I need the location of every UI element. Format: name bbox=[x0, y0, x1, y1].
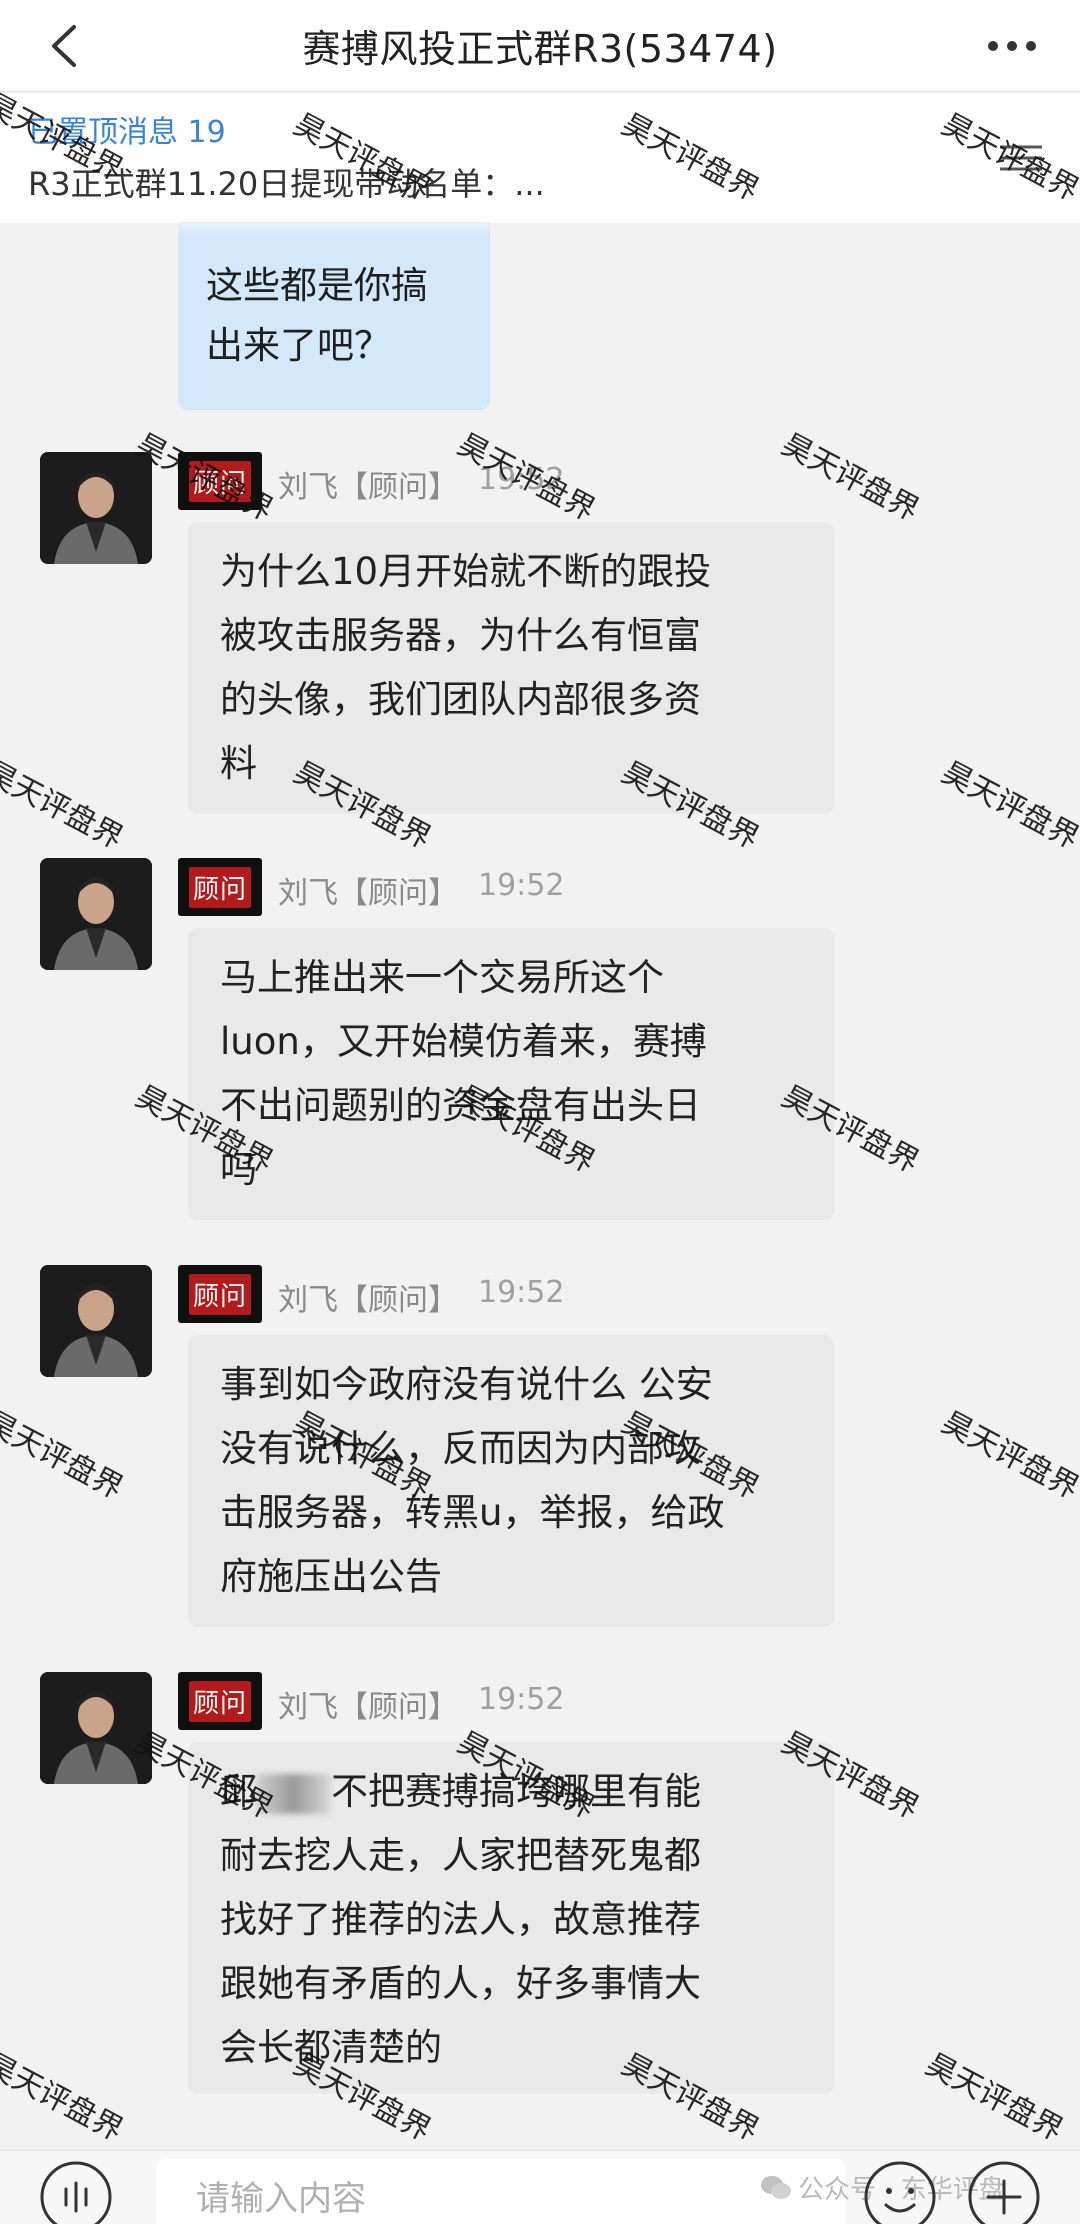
role-badge: 顾问 bbox=[178, 858, 262, 916]
back-button[interactable] bbox=[36, 18, 92, 74]
message-time: 19:52 bbox=[478, 868, 565, 903]
person-avatar-icon bbox=[40, 1672, 152, 1784]
wechat-icon bbox=[761, 2175, 791, 2199]
sender-name[interactable]: 刘飞【顾问】 bbox=[278, 1682, 458, 1726]
message-line: 马上推出来一个交易所这个 bbox=[220, 956, 664, 999]
message-line: 的头像，我们团队内部很多资 bbox=[220, 678, 701, 721]
chevron-left-icon bbox=[52, 25, 76, 67]
sender-name[interactable]: 刘飞【顾问】 bbox=[278, 462, 458, 506]
plus-icon[interactable] bbox=[966, 2159, 1042, 2224]
pinned-message-bar[interactable]: 已置顶消息 19 R3正式群11.20日提现带动名单：... bbox=[0, 93, 1080, 223]
watermark: 昊天评盘界 bbox=[935, 1405, 1080, 1507]
message-line: 为什么10月开始就不断的跟投 bbox=[220, 550, 712, 593]
sender-name[interactable]: 刘飞【顾问】 bbox=[278, 1275, 458, 1319]
watermark: 昊天评盘界 bbox=[0, 755, 129, 857]
avatar[interactable] bbox=[40, 452, 152, 564]
emoji-icon[interactable] bbox=[862, 2159, 938, 2224]
sender-name[interactable]: 刘飞【顾问】 bbox=[278, 868, 458, 912]
message-line: 跟她有矛盾的人，好多事情大 bbox=[220, 1962, 701, 2005]
avatar[interactable] bbox=[40, 1265, 152, 1377]
my-message-bubble[interactable]: 这些都是你搞 出来了吧？ bbox=[178, 222, 490, 410]
message-line: luon，又开始模仿着来，赛搏 bbox=[220, 1020, 707, 1063]
watermark: 昊天评盘界 bbox=[451, 427, 601, 529]
avatar[interactable] bbox=[40, 858, 152, 970]
input-bar: 请输入内容 公众号 · 东华评盘 bbox=[0, 2150, 1080, 2224]
message-line: 府施压出公告 bbox=[220, 1555, 442, 1598]
message-time: 19:52 bbox=[478, 1275, 565, 1310]
message-line: 出来了吧？ bbox=[206, 324, 391, 367]
watermark: 昊天评盘界 bbox=[935, 755, 1080, 857]
message-bubble[interactable]: 邱不把赛搏搞垮哪里有能 耐去挖人走，人家把替死鬼都 找好了推荐的法人，故意推荐 … bbox=[188, 1742, 834, 2094]
message-bubble[interactable]: 为什么10月开始就不断的跟投 被攻击服务器，为什么有恒富 的头像，我们团队内部很… bbox=[188, 522, 834, 814]
message-time: 19:52 bbox=[478, 1682, 565, 1717]
chat-header: 赛搏风投正式群R3(53474) bbox=[0, 0, 1080, 92]
person-avatar-icon bbox=[40, 1265, 152, 1377]
avatar[interactable] bbox=[40, 1672, 152, 1784]
watermark: 昊天评盘界 bbox=[0, 1405, 129, 1507]
more-dots-icon bbox=[988, 41, 1036, 51]
message-line: 被攻击服务器，为什么有恒富 bbox=[220, 614, 701, 657]
message-bubble[interactable]: 马上推出来一个交易所这个 luon，又开始模仿着来，赛搏 不出问题别的资金盘有出… bbox=[188, 928, 834, 1220]
scrolled-image-edge bbox=[178, 222, 490, 236]
watermark: 昊天评盘界 bbox=[775, 427, 925, 529]
more-options-button[interactable] bbox=[980, 18, 1044, 74]
message-line: 找好了推荐的法人，故意推荐 bbox=[220, 1898, 701, 1941]
watermark: 昊天评盘界 bbox=[919, 2047, 1069, 2149]
person-avatar-icon bbox=[40, 452, 152, 564]
role-badge: 顾问 bbox=[178, 1265, 262, 1323]
chat-title: 赛搏风投正式群R3(53474) bbox=[302, 27, 778, 71]
voice-icon[interactable] bbox=[38, 2159, 114, 2224]
message-input[interactable]: 请输入内容 bbox=[156, 2159, 846, 2224]
person-avatar-icon bbox=[40, 858, 152, 970]
watermark: 昊天评盘界 bbox=[0, 2047, 129, 2149]
message-line: 这些都是你搞 bbox=[206, 264, 428, 307]
message-line: 吗 bbox=[220, 1148, 257, 1191]
role-badge: 顾问 bbox=[178, 1672, 262, 1730]
message-line: 耐去挖人走，人家把替死鬼都 bbox=[220, 1834, 701, 1877]
